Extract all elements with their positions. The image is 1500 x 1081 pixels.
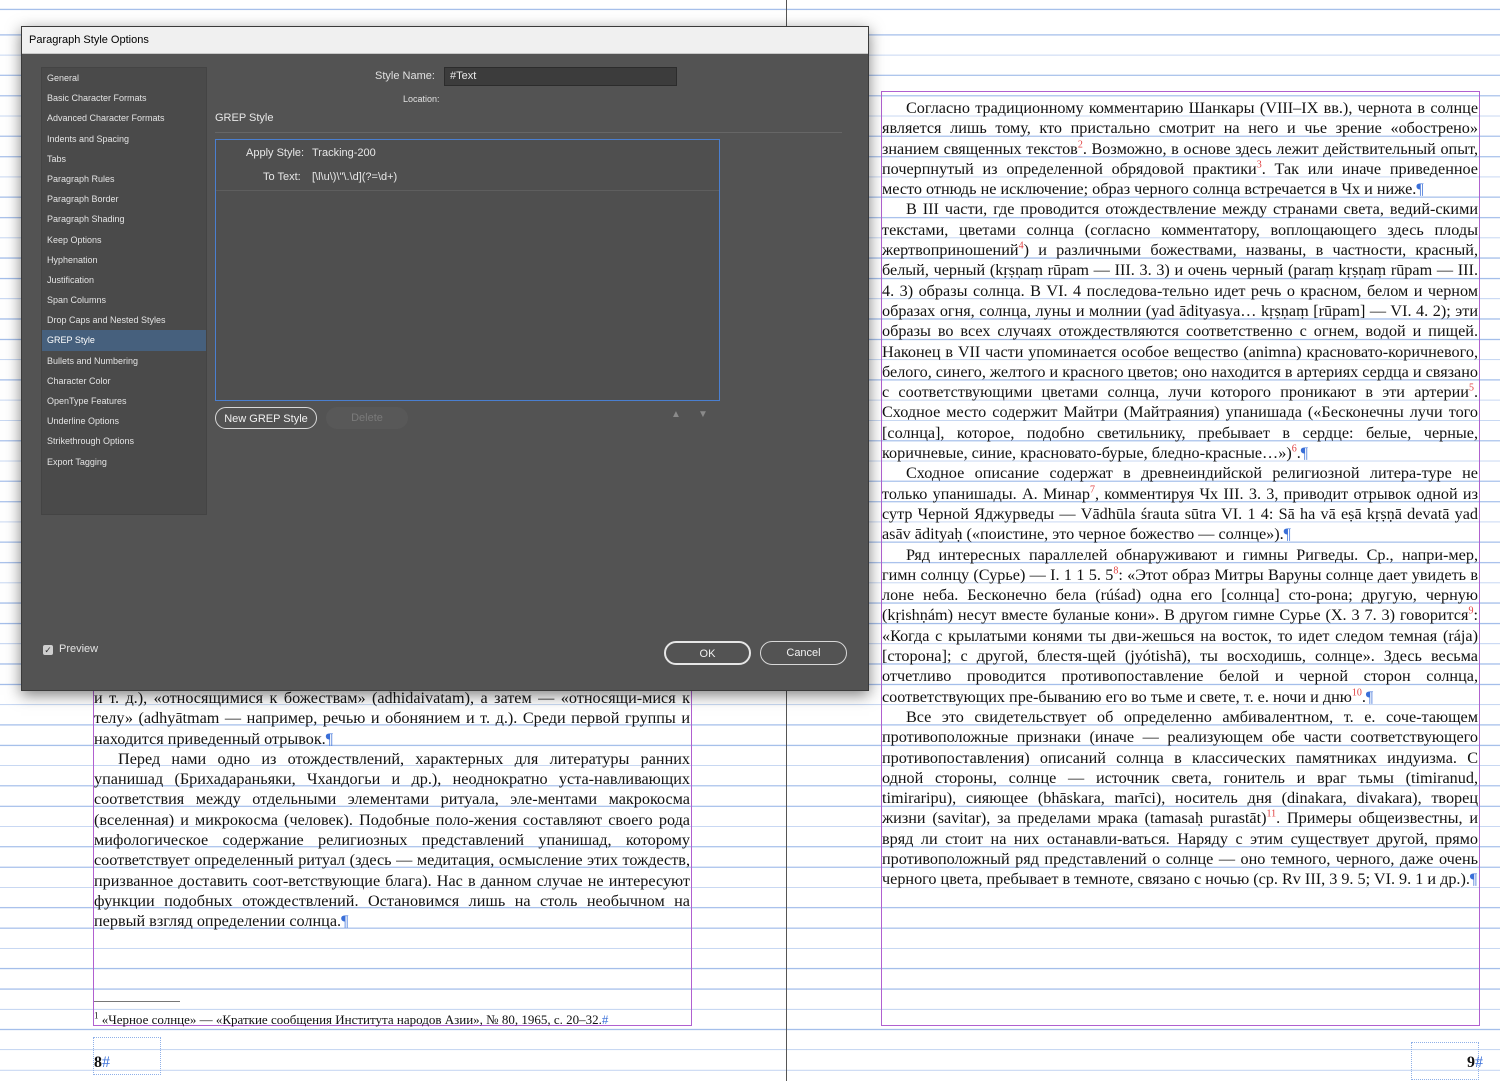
sidebar-item-paragraph-shading[interactable]: Paragraph Shading [42, 209, 206, 229]
style-name-input[interactable]: #Text [444, 67, 677, 86]
sidebar-item-character-color[interactable]: Character Color [42, 371, 206, 391]
sidebar-item-drop-caps-and-nested-styles[interactable]: Drop Caps and Nested Styles [42, 310, 206, 330]
sidebar-item-bullets-and-numbering[interactable]: Bullets and Numbering [42, 351, 206, 371]
move-down-arrow-icon[interactable]: ▼ [698, 409, 708, 420]
sidebar-item-basic-character-formats[interactable]: Basic Character Formats [42, 88, 206, 108]
sidebar-item-export-tagging[interactable]: Export Tagging [42, 452, 206, 472]
move-up-arrow-icon[interactable]: ▲ [671, 409, 681, 420]
sidebar-item-span-columns[interactable]: Span Columns [42, 290, 206, 310]
sidebar-item-hyphenation[interactable]: Hyphenation [42, 250, 206, 270]
grep-style-list[interactable]: Apply Style: Tracking-200 To Text: [\l\u… [215, 139, 720, 401]
paragraph-style-options-dialog: Paragraph Style Options General Basic Cha… [21, 26, 869, 691]
cancel-button[interactable]: Cancel [760, 641, 847, 665]
right-page-text[interactable]: Согласно традиционному комментарию Шанка… [882, 98, 1478, 890]
sidebar-item-keep-options[interactable]: Keep Options [42, 230, 206, 250]
grep-row-separator [216, 190, 719, 191]
sidebar-item-grep-style[interactable]: GREP Style [42, 330, 206, 351]
grep-style-section-title: GREP Style [215, 112, 274, 124]
paragraph: Сходное описание содержат в древнеиндийс… [882, 464, 1478, 544]
footnote-rule [94, 1001, 180, 1002]
location-label: Location: [403, 94, 440, 104]
footnote-mark: 1 [94, 1010, 99, 1021]
paragraph: Согласно традиционному комментарию Шанка… [882, 99, 1478, 199]
sidebar-item-indents-and-spacing[interactable]: Indents and Spacing [42, 129, 206, 149]
page-number-left: 8# [94, 1054, 110, 1071]
style-name-label: Style Name: [375, 70, 435, 82]
sidebar-item-underline-options[interactable]: Underline Options [42, 411, 206, 431]
footnote-text: «Черное солнце» — «Краткие сообщения Инс… [101, 1012, 602, 1027]
hash-mark: # [601, 1012, 609, 1027]
new-grep-style-button[interactable]: New GREP Style [215, 407, 317, 429]
ok-button[interactable]: OK [664, 641, 751, 665]
section-divider [215, 132, 842, 133]
footnote-reference: 10 [1351, 687, 1362, 699]
apply-style-value[interactable]: Tracking-200 [312, 147, 376, 159]
sidebar-item-paragraph-rules[interactable]: Paragraph Rules [42, 169, 206, 189]
paragraph: Ряд интересных параллелей обнаруживают и… [882, 545, 1479, 706]
delete-button[interactable]: Delete [326, 407, 408, 429]
paragraph: Перед нами одно из отождествлений, харак… [94, 749, 690, 931]
sidebar-item-opentype-features[interactable]: OpenType Features [42, 391, 206, 411]
dialog-title: Paragraph Style Options [22, 27, 868, 54]
sidebar-item-justification[interactable]: Justification [42, 270, 206, 290]
preview-label: Preview [59, 643, 99, 655]
paragraph: В III части, где проводится отождествлен… [882, 200, 1478, 463]
to-text-value[interactable]: [\l\u\)\"\.\d](?=\d+) [312, 171, 397, 183]
sidebar-item-strikethrough-options[interactable]: Strikethrough Options [42, 431, 206, 451]
sidebar-item-paragraph-border[interactable]: Paragraph Border [42, 189, 206, 209]
footnote: 1 «Черное солнце» — «Краткие сообщения И… [94, 1010, 690, 1028]
sidebar-item-advanced-character-formats[interactable]: Advanced Character Formats [42, 108, 206, 128]
to-text-label: To Text: [263, 171, 301, 183]
preview-checkbox[interactable]: ✓ [43, 645, 53, 655]
paragraph: и т. д.), «относящимися к божествам» (ad… [94, 689, 690, 748]
apply-style-label: Apply Style: [246, 147, 305, 159]
sidebar-item-tabs[interactable]: Tabs [42, 149, 206, 169]
category-sidebar: General Basic Character Formats Advanced C… [41, 67, 207, 515]
paragraph: Все это свидетельствует об определенно а… [882, 707, 1478, 889]
left-page-text[interactable]: и т. д.), «относящимися к божествам» (ad… [94, 688, 690, 932]
sidebar-item-general[interactable]: General [42, 68, 206, 88]
page-number-right: 9# [1467, 1054, 1483, 1071]
footnote-reference: 11 [1266, 809, 1277, 820]
